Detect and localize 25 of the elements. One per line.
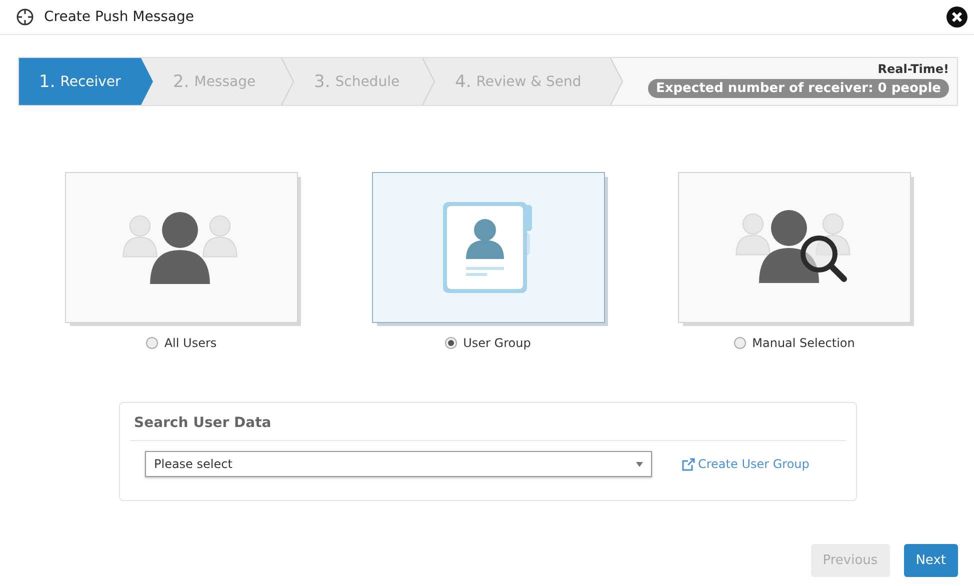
radio-button[interactable] (445, 337, 458, 349)
step-divider (610, 58, 623, 105)
contact-book-icon (442, 200, 534, 294)
receiver-card[interactable] (678, 172, 911, 323)
close-icon[interactable] (946, 6, 968, 28)
window-title: Create Push Message (44, 9, 196, 25)
group-select[interactable]: Please select (145, 451, 652, 477)
radio-label: User Group (463, 336, 531, 350)
external-link-icon (682, 458, 695, 470)
radio-button[interactable] (146, 337, 158, 349)
step-divider (422, 58, 435, 105)
next-button[interactable]: Next (904, 544, 958, 577)
radio-label: All Users (164, 336, 217, 350)
create-group-link[interactable]: Create User Group (682, 457, 810, 471)
step-tab[interactable]: 4. Review & Send (435, 58, 623, 105)
receiver-card[interactable] (65, 172, 298, 323)
crosshair-icon (16, 8, 34, 26)
step-tab[interactable]: 1. Receiver (19, 58, 153, 105)
radio-label: Manual Selection (752, 336, 855, 350)
panel-title: Search User Data (130, 403, 846, 441)
step-divider (281, 58, 294, 105)
caret-icon (636, 462, 643, 466)
realtime-label: Real-Time! (878, 62, 949, 76)
radio-button[interactable] (734, 337, 746, 349)
receiver-count-badge: Expected number of receiver: 0 people (648, 79, 949, 98)
